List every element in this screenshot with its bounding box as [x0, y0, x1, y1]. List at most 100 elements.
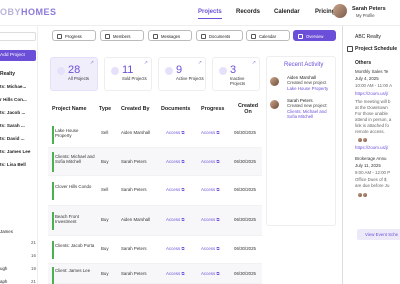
stat-inactive-projects[interactable]: ↗ 3 Inactive Projects	[212, 57, 260, 91]
stat-all-projects[interactable]: ↗ 28 All Projects	[50, 57, 98, 91]
sidebar-project-item[interactable]: ts: Jacob ...	[0, 110, 25, 115]
arrow-up-right-icon: ↗	[197, 60, 202, 66]
messages-icon	[153, 33, 158, 39]
event-title[interactable]: Monthly Sales Te	[355, 69, 388, 74]
inactive-icon	[219, 67, 227, 75]
table-row[interactable]: Beach Front Investment Buy Aiden Marshal…	[48, 206, 262, 236]
event-date: July 11, 2025	[355, 163, 381, 168]
documents-access-link[interactable]: Access ⧉	[166, 159, 185, 164]
status-indicator	[52, 241, 54, 259]
table-row[interactable]: Client: James Lee Buy Sarah Peters Acces…	[48, 264, 262, 284]
top-bar: OBYHOMES Projects Records Calendar Prici…	[0, 0, 400, 26]
column-header-project-name[interactable]: Project Name	[52, 106, 86, 112]
activity-project-link[interactable]: Lake House Property	[287, 86, 337, 91]
view-event-schedule-button[interactable]: View Event Sche	[357, 229, 400, 240]
event-description: are due before Ju	[355, 183, 390, 188]
calendar-icon	[251, 33, 256, 39]
stat-active-projects[interactable]: ↗ 9 Active Projects	[158, 57, 206, 91]
event-description: remote access.	[355, 129, 385, 134]
nav-projects[interactable]: Projects	[198, 9, 222, 19]
recent-activity-title: Recent Activity	[284, 62, 324, 68]
external-link-icon: ⧉	[215, 217, 220, 222]
sidebar-member-count: 21	[31, 279, 36, 284]
column-header-progress[interactable]: Progress	[201, 106, 224, 112]
event-link[interactable]: https://zoom.us/j/	[355, 145, 388, 150]
profile-link[interactable]: My Profile	[356, 13, 375, 18]
avatar	[270, 77, 279, 86]
documents-access-link[interactable]: Access ⧉	[166, 187, 185, 192]
progress-access-link[interactable]: Access ⧉	[201, 246, 220, 251]
documents-access-link[interactable]: Access ⧉	[166, 130, 185, 135]
arrow-up-right-icon: ↗	[89, 60, 94, 66]
table-row[interactable]: Clients: Michael and Sofia Mitchell Buy …	[48, 148, 262, 176]
status-indicator	[52, 212, 54, 230]
sidebar-project-item[interactable]: ts: Sarah ...	[0, 123, 25, 128]
avatar	[362, 192, 368, 198]
event-date: July 4, 2025	[355, 76, 379, 81]
external-link-icon: ⧉	[180, 271, 185, 276]
others-label: Others	[355, 60, 372, 66]
sold-icon	[111, 67, 119, 75]
event-time: 10:00 AM - 11:00 A	[355, 83, 393, 88]
documents-access-link[interactable]: Access ⧉	[166, 246, 185, 251]
event-description: Office Dues of $	[355, 177, 387, 182]
nav-calendar[interactable]: Calendar	[274, 9, 300, 15]
sidebar-project-item[interactable]: ts: James Lee	[0, 149, 30, 154]
external-link-icon: ⧉	[215, 130, 220, 135]
nav-records[interactable]: Records	[236, 9, 260, 15]
progress-access-link[interactable]: Access ⧉	[201, 217, 220, 222]
documents-access-link[interactable]: Access ⧉	[166, 217, 185, 222]
progress-button[interactable]: Progress	[52, 30, 96, 41]
messages-button[interactable]: Messages	[148, 30, 192, 41]
documents-access-link[interactable]: Access ⧉	[166, 271, 185, 276]
column-header-documents[interactable]: Documents	[161, 106, 190, 112]
panel-title: ABC Realty	[355, 34, 381, 40]
sidebar-project-item[interactable]: ts: David ...	[0, 136, 25, 141]
activity-project-link[interactable]: Clients: Michael and Sofia Mitchell	[287, 109, 337, 120]
sidebar-search-input[interactable]	[0, 32, 36, 41]
sidebar-member-label: ugh	[0, 266, 8, 271]
sidebar-project-item[interactable]: ts: Michae...	[0, 84, 26, 89]
event-title[interactable]: Brokerage Annu	[355, 156, 387, 161]
documents-icon	[201, 33, 206, 39]
stat-sold-projects[interactable]: ↗ 11 Sold Projects	[104, 57, 152, 91]
event-description: The meeting will b	[355, 99, 391, 104]
external-link-icon: ⧉	[215, 246, 220, 251]
progress-icon	[57, 33, 62, 39]
sidebar-member-label: James	[0, 229, 13, 234]
status-indicator	[52, 152, 54, 172]
external-link-icon: ⧉	[180, 246, 185, 251]
arrow-up-right-icon: ↗	[143, 60, 148, 66]
recent-activity-panel: Recent Activity Aiden Marshall Created n…	[266, 56, 336, 226]
table-row[interactable]: Clients: Jacob Porta Buy Sarah Peters Ac…	[48, 236, 262, 264]
column-header-created-on[interactable]: Created On	[238, 103, 258, 115]
active-icon	[165, 67, 173, 75]
progress-access-link[interactable]: Access ⧉	[201, 159, 220, 164]
logo[interactable]: OBYHOMES	[0, 7, 57, 17]
event-description: For those unable	[355, 111, 388, 116]
members-button[interactable]: Members	[100, 30, 144, 41]
column-header-created-by[interactable]: Created By	[121, 106, 149, 112]
right-panel: ABC Realty Project Schedule Others Month…	[342, 26, 400, 284]
activity-entry: Aiden Marshall Created new project Lake …	[287, 75, 337, 91]
calendar-button[interactable]: Calendar	[246, 30, 290, 41]
event-description: link is attached fo	[355, 123, 389, 128]
sidebar-project-item[interactable]: ts: Lisa Bell	[0, 162, 26, 167]
event-link[interactable]: https://zoom.us/j/	[355, 91, 388, 96]
external-link-icon: ⧉	[180, 217, 185, 222]
sidebar-member-label: aph	[0, 279, 8, 284]
progress-access-link[interactable]: Access ⧉	[201, 271, 220, 276]
status-indicator	[52, 126, 54, 144]
add-project-button[interactable]: Add Project	[0, 50, 36, 61]
sidebar-project-item[interactable]: r Hills Con...	[0, 97, 27, 102]
table-row[interactable]: Clover Hills Condo Sell Sarah Peters Acc…	[48, 176, 262, 206]
progress-access-link[interactable]: Access ⧉	[201, 187, 220, 192]
documents-button[interactable]: Documents	[196, 30, 243, 41]
external-link-icon: ⧉	[215, 159, 220, 164]
column-header-type[interactable]: Type	[99, 106, 111, 112]
avatar	[362, 137, 368, 143]
status-indicator	[52, 182, 54, 200]
table-row[interactable]: Lake House Property Sell Aiden Marshall …	[48, 122, 262, 148]
overview-button[interactable]: Overview	[293, 30, 336, 41]
progress-access-link[interactable]: Access ⧉	[201, 130, 220, 135]
